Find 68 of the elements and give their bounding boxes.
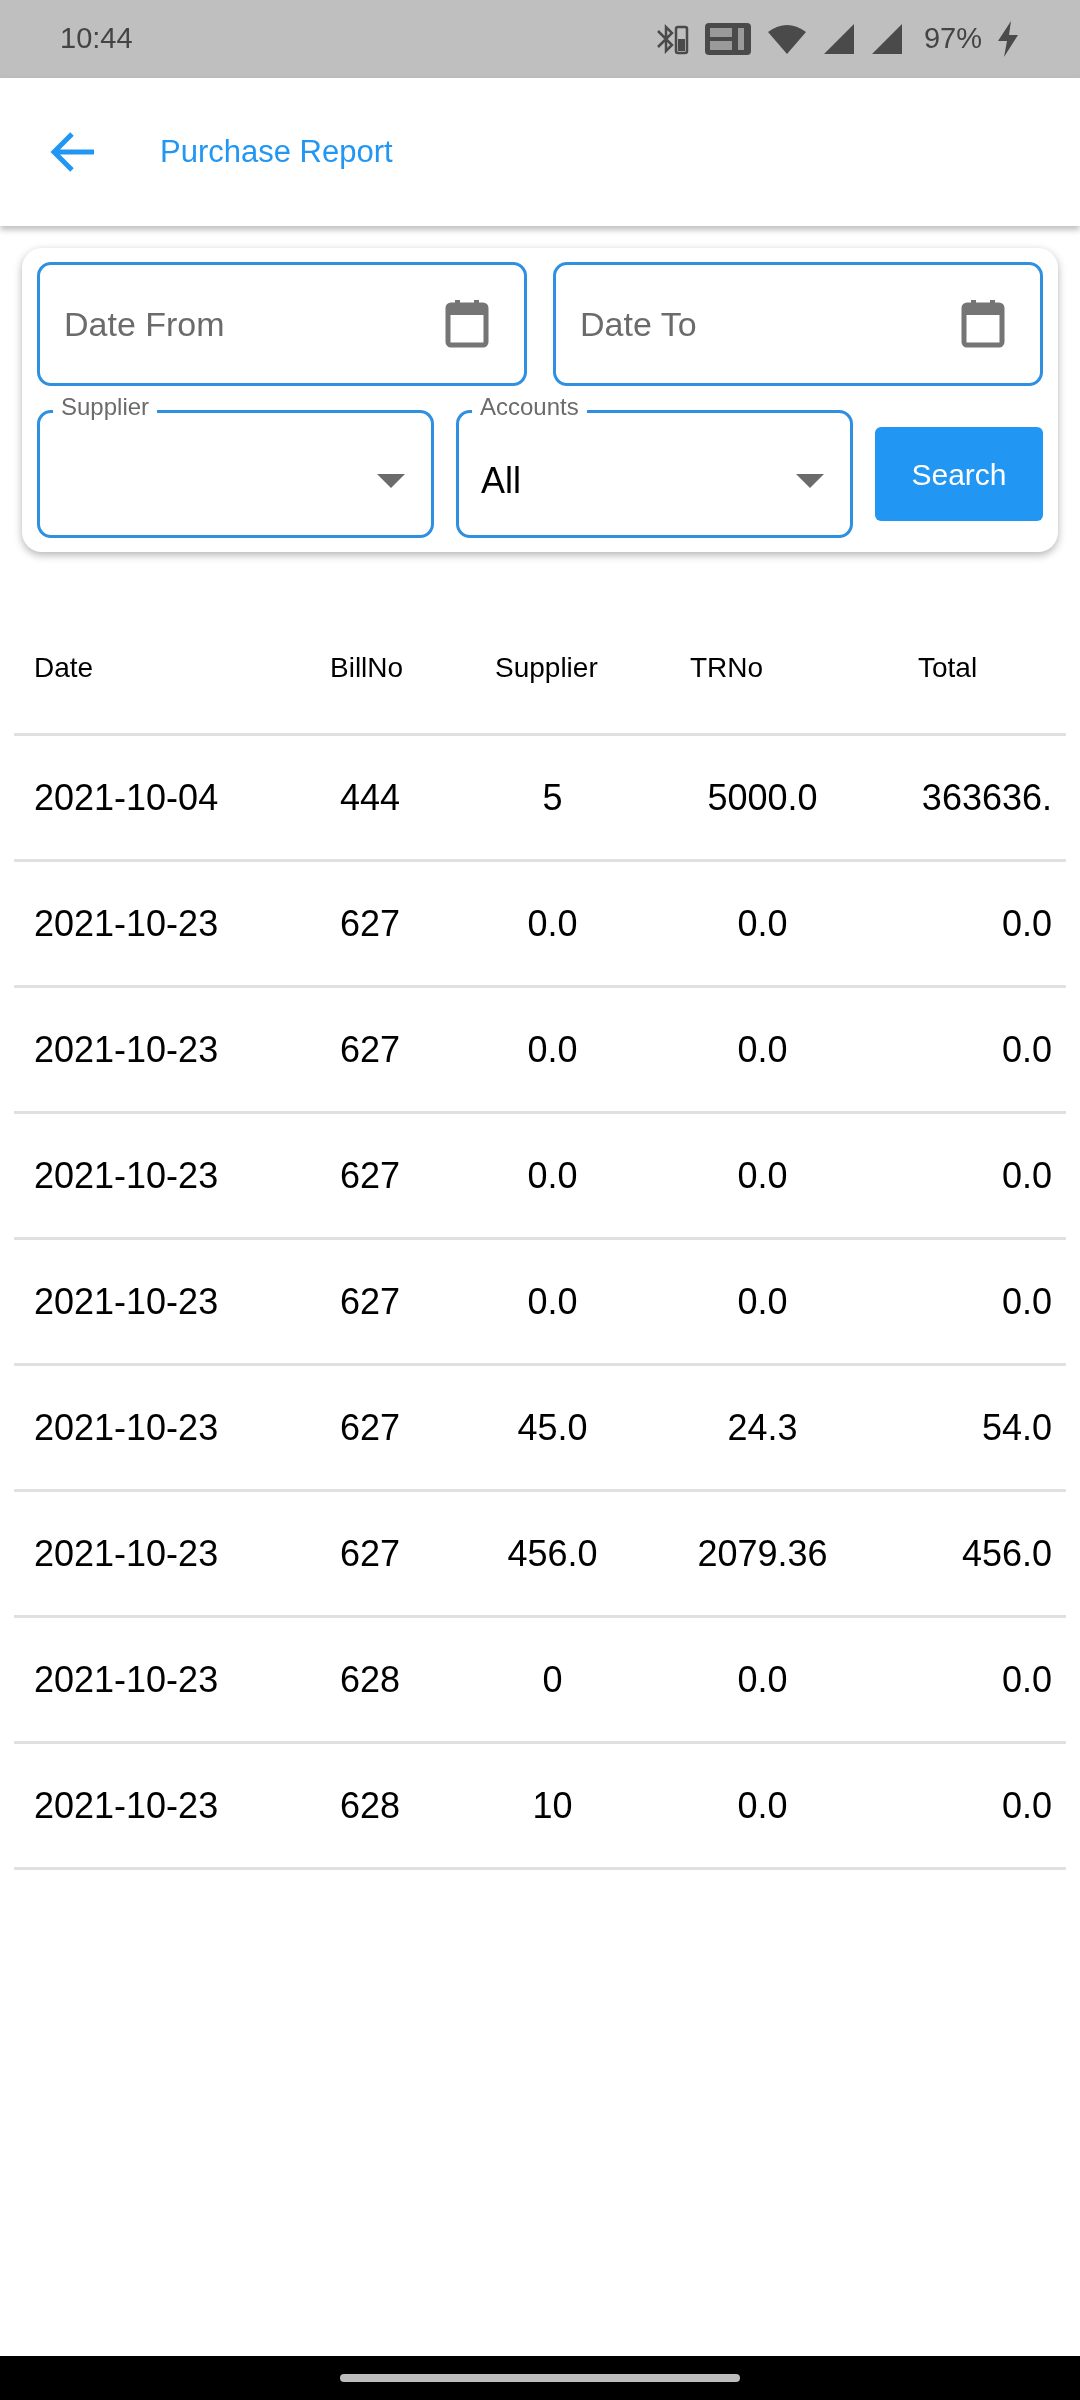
date-field[interactable]: Date To <box>553 262 1043 386</box>
calendar-icon <box>444 299 490 349</box>
app-bar-title: Purchase Report <box>160 132 393 171</box>
table-cell-text: 24.3 <box>726 1405 799 1450</box>
table-cell-text: 0.0 <box>526 1027 579 1072</box>
table-cell-text: 0.0 <box>736 1657 789 1702</box>
dropdown-value: All <box>481 459 521 503</box>
table-cell-text: 0.0 <box>736 1279 789 1324</box>
column-header: Date <box>33 650 95 685</box>
table-cell-text: 627 <box>338 1153 402 1198</box>
table-cell-text: 0.0 <box>736 1153 789 1198</box>
column-header: BillNo <box>329 650 405 685</box>
table-cell-text: 45.0 <box>516 1405 589 1450</box>
table-cell-text: 0.0 <box>526 1153 579 1198</box>
table-cell-text: 2021-10-23 <box>33 1279 220 1324</box>
table-cell-text: 0.0 <box>1000 1279 1053 1324</box>
table-cell-text: 2021-10-23 <box>33 1783 220 1828</box>
status-time: 10:44 <box>60 21 133 57</box>
wifi-icon <box>765 22 808 56</box>
table-cell-text: 0 <box>541 1657 564 1702</box>
table-cell-text: 456.0 <box>506 1531 599 1576</box>
date-field-placeholder: Date To <box>580 303 697 345</box>
table-cell-text: 628 <box>338 1783 402 1828</box>
home-handle[interactable] <box>340 2374 740 2382</box>
table-cell-text: 628 <box>338 1657 402 1702</box>
table-cell-text: 627 <box>338 1531 402 1576</box>
table-cell-text: 10 <box>531 1783 574 1828</box>
table-cell-text: 2021-10-04 <box>33 775 220 820</box>
table-cell-text: 0.0 <box>526 901 579 946</box>
table-cell-text: 0.0 <box>1000 1027 1053 1072</box>
battery-percent: 97% <box>923 21 982 57</box>
table-cell-text: 2021-10-23 <box>33 901 220 946</box>
table-cell-text: 456.0 <box>960 1531 1053 1576</box>
table-cell-text: 444 <box>338 775 402 820</box>
table-cell-text: 627 <box>338 1279 402 1324</box>
table-cell-text: 2021-10-23 <box>33 1405 220 1450</box>
table-cell-text: 0.0 <box>526 1279 579 1324</box>
table-cell-text: 627 <box>338 1405 402 1450</box>
table-cell-text: 0.0 <box>736 1027 789 1072</box>
table-cell-text: 2021-10-23 <box>33 1657 220 1702</box>
volte-badge-icon <box>703 22 752 56</box>
table-cell-text: 0.0 <box>1000 1657 1053 1702</box>
table-cell-text: 5 <box>541 775 564 820</box>
search-button[interactable]: Search <box>875 427 1043 521</box>
table-cell-text: 363636. <box>920 775 1053 820</box>
charging-bolt-icon <box>996 21 1020 57</box>
table-cell-text: 0.0 <box>736 1783 789 1828</box>
table-cell-text: 2021-10-23 <box>33 1027 220 1072</box>
table-cell-text: 627 <box>338 901 402 946</box>
column-header: Supplier <box>494 650 599 685</box>
table-cell-text: 54.0 <box>980 1405 1053 1450</box>
table-cell-text: 627 <box>338 1027 402 1072</box>
date-field-placeholder: Date From <box>64 303 225 345</box>
table-cell-text: 2021-10-23 <box>33 1531 220 1576</box>
table-cell-text: 0.0 <box>1000 901 1053 946</box>
table-cell-text: 0.0 <box>1000 1153 1053 1198</box>
table-cell-text: 2021-10-23 <box>33 1153 220 1198</box>
table-cell-text: 0.0 <box>1000 1783 1053 1828</box>
column-header: Total <box>917 650 979 685</box>
date-field[interactable]: Date From <box>37 262 527 386</box>
dropdown-caret-icon <box>377 474 405 488</box>
table-cell-text: 2079.36 <box>696 1531 829 1576</box>
dropdown-caret-icon <box>796 474 824 488</box>
column-header: TRNo <box>689 650 765 685</box>
table-cell-text: 0.0 <box>736 901 789 946</box>
calendar-icon <box>960 299 1006 349</box>
back-arrow-icon <box>50 131 96 173</box>
table-cell-text: 5000.0 <box>706 775 819 820</box>
